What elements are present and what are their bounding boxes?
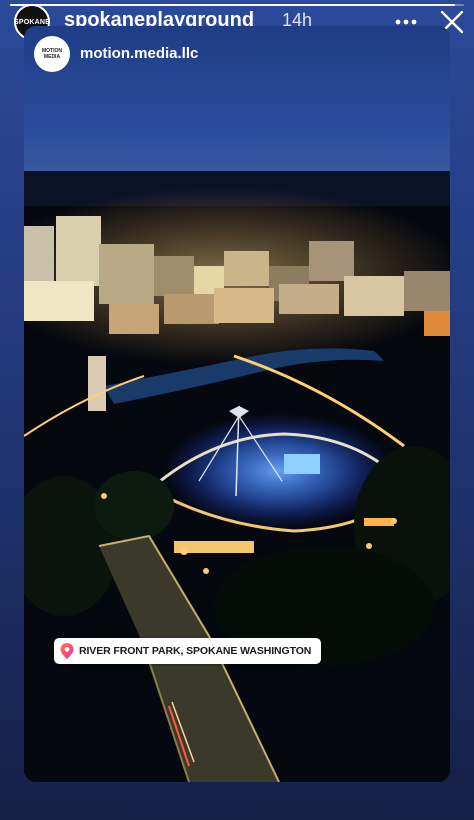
avatar-logo-text: SPOKANE [13, 18, 51, 26]
location-sticker[interactable]: RIVER FRONT PARK, SPOKANE WASHINGTON [54, 638, 322, 664]
story-media[interactable] [24, 26, 450, 782]
more-horizontal-icon [395, 19, 417, 25]
collab-avatar-logo-text: MOTION MEDIA [42, 48, 62, 60]
city-night-photo [24, 26, 450, 782]
location-pin-icon [60, 643, 74, 659]
collab-username[interactable]: motion.media.llc [80, 45, 198, 62]
location-label: RIVER FRONT PARK, SPOKANE WASHINGTON [79, 645, 312, 657]
collab-avatar[interactable]: MOTION MEDIA [34, 36, 70, 72]
